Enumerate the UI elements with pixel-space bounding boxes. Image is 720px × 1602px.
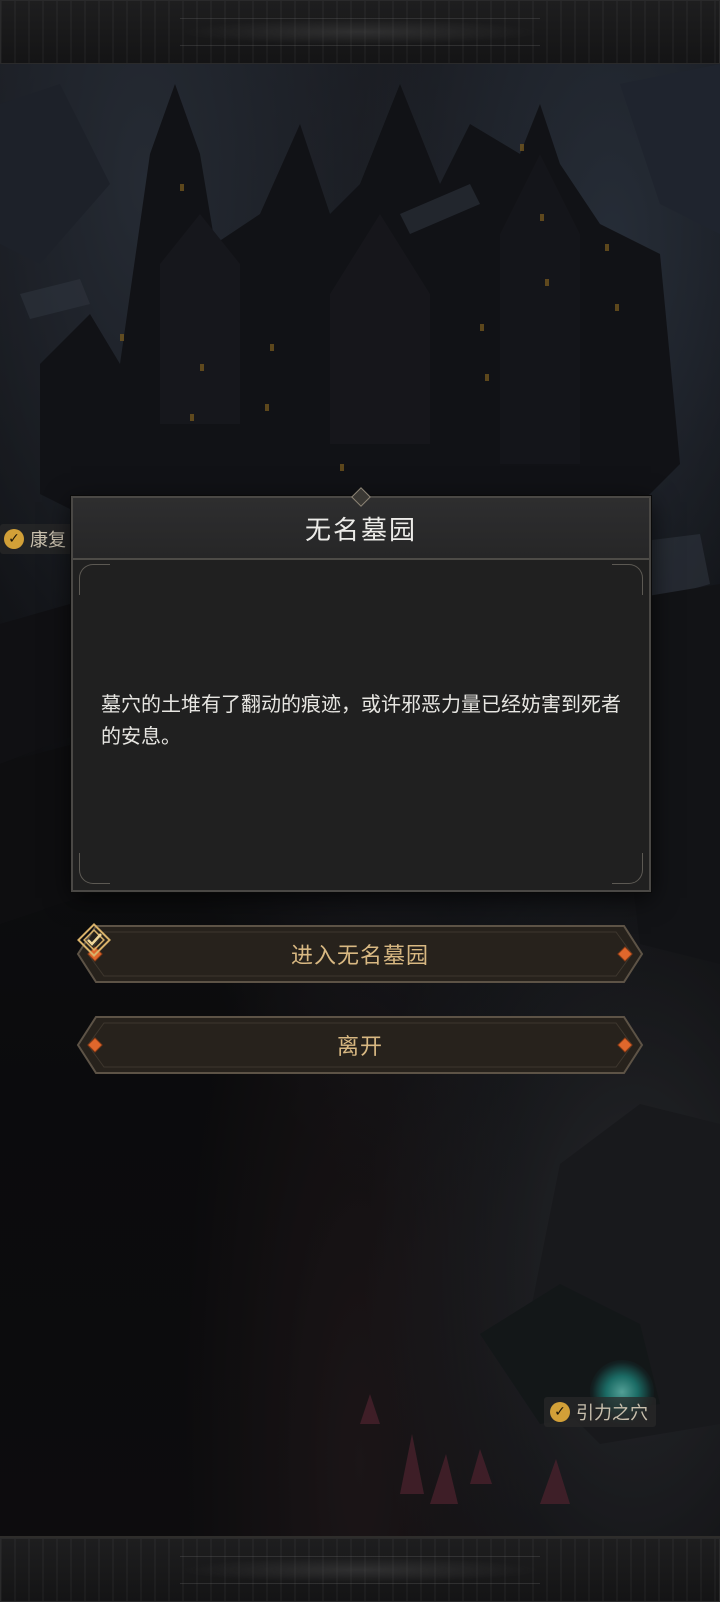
top-frame-bar [0,0,720,66]
check-icon: ✓ [4,529,24,549]
map-label-kangfu[interactable]: ✓ 康复 [0,524,74,554]
top-frame-ornament [180,18,540,46]
map-label-kangfu-text: 康复 [30,530,66,551]
corner-ornament-bottom-left [79,853,110,884]
leave-label: 离开 [336,1035,383,1060]
corner-ornament-bottom-right [612,853,643,884]
enter-graveyard-label: 进入无名墓园 [290,944,429,969]
enter-graveyard-button[interactable]: 进入无名墓园 [76,922,644,986]
bottom-frame-ornament [180,1556,540,1584]
corner-ornament-top-right [612,564,643,595]
map-label-yinli-text: 引力之穴 [576,1403,648,1424]
bottom-frame-bar [0,1536,720,1602]
dialog-body-text: 墓穴的土堆有了翻动的痕迹，或许邪恶力量已经妨害到死者的安息。 [101,692,621,748]
leave-button[interactable]: 离开 [76,1013,644,1077]
event-dialog: 无名墓园 墓穴的土堆有了翻动的痕迹，或许邪恶力量已经妨害到死者的安息。 [71,487,651,892]
dialog-title: 无名墓园 [304,515,417,546]
map-label-yinli[interactable]: ✓ 引力之穴 [544,1397,656,1427]
corner-ornament-top-left [79,564,110,595]
dialog-header: 无名墓园 [73,498,649,560]
check-icon: ✓ [550,1402,570,1422]
